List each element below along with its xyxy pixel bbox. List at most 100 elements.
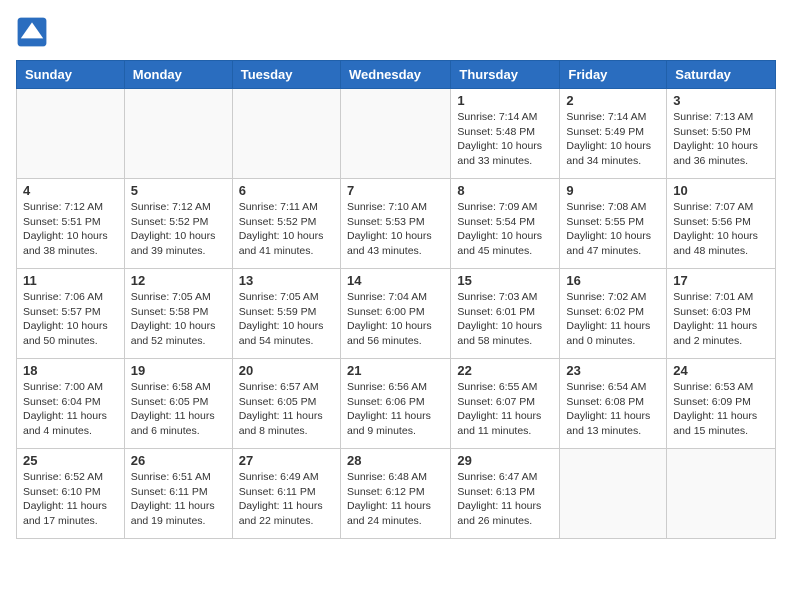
day-info: Sunrise: 7:14 AM Sunset: 5:49 PM Dayligh… <box>566 110 660 169</box>
day-number: 4 <box>23 183 118 198</box>
day-number: 28 <box>347 453 444 468</box>
day-number: 19 <box>131 363 226 378</box>
calendar-cell: 8Sunrise: 7:09 AM Sunset: 5:54 PM Daylig… <box>451 179 560 269</box>
day-number: 29 <box>457 453 553 468</box>
day-number: 22 <box>457 363 553 378</box>
calendar-cell: 24 Sunrise: 6:53 AM Sunset: 6:09 PM Dayli… <box>667 359 776 449</box>
day-info: Sunrise: 7:08 AM Sunset: 5:55 PM Dayligh… <box>566 200 660 259</box>
calendar-cell: 26 Sunrise: 6:51 AM Sunset: 6:11 PM Dayli… <box>124 449 232 539</box>
calendar-cell: 9 Sunrise: 7:08 AM Sunset: 5:55 PM Daylig… <box>560 179 667 269</box>
day-info: Sunrise: 6:58 AM Sunset: 6:05 PM Dayligh… <box>131 380 226 439</box>
day-info: Sunrise: 6:57 AM Sunset: 6:05 PM Dayligh… <box>239 380 334 439</box>
calendar-cell: 19 Sunrise: 6:58 AM Sunset: 6:05 PM Dayli… <box>124 359 232 449</box>
calendar-cell: 12 Sunrise: 7:05 AM Sunset: 5:58 PM Dayli… <box>124 269 232 359</box>
day-number: 6 <box>239 183 334 198</box>
day-info: Sunrise: 7:12 AM Sunset: 5:51 PM Dayligh… <box>23 200 118 259</box>
calendar-cell: 16 Sunrise: 7:02 AM Sunset: 6:02 PM Dayli… <box>560 269 667 359</box>
page-header <box>16 16 776 48</box>
day-number: 11 <box>23 273 118 288</box>
day-info: Sunrise: 6:52 AM Sunset: 6:10 PM Dayligh… <box>23 470 118 529</box>
calendar-cell: 11Sunrise: 7:06 AM Sunset: 5:57 PM Dayli… <box>17 269 125 359</box>
calendar-cell: 10 Sunrise: 7:07 AM Sunset: 5:56 PM Dayli… <box>667 179 776 269</box>
day-info: Sunrise: 7:07 AM Sunset: 5:56 PM Dayligh… <box>673 200 769 259</box>
calendar-cell: 20 Sunrise: 6:57 AM Sunset: 6:05 PM Dayli… <box>232 359 340 449</box>
calendar-cell: 1 Sunrise: 7:14 AM Sunset: 5:48 PM Daylig… <box>451 89 560 179</box>
calendar-cell: 4 Sunrise: 7:12 AM Sunset: 5:51 PM Daylig… <box>17 179 125 269</box>
day-info: Sunrise: 7:12 AM Sunset: 5:52 PM Dayligh… <box>131 200 226 259</box>
logo-icon <box>16 16 48 48</box>
calendar-cell <box>17 89 125 179</box>
day-info: Sunrise: 6:53 AM Sunset: 6:09 PM Dayligh… <box>673 380 769 439</box>
weekday-header-tuesday: Tuesday <box>232 61 340 89</box>
day-number: 9 <box>566 183 660 198</box>
calendar-cell: 27Sunrise: 6:49 AM Sunset: 6:11 PM Dayli… <box>232 449 340 539</box>
day-number: 26 <box>131 453 226 468</box>
calendar-cell: 14 Sunrise: 7:04 AM Sunset: 6:00 PM Dayli… <box>340 269 450 359</box>
calendar-week-row: 4 Sunrise: 7:12 AM Sunset: 5:51 PM Daylig… <box>17 179 776 269</box>
calendar-cell <box>232 89 340 179</box>
calendar-cell: 6 Sunrise: 7:11 AM Sunset: 5:52 PM Daylig… <box>232 179 340 269</box>
day-number: 15 <box>457 273 553 288</box>
day-number: 3 <box>673 93 769 108</box>
day-number: 25 <box>23 453 118 468</box>
day-number: 5 <box>131 183 226 198</box>
day-info: Sunrise: 7:00 AM Sunset: 6:04 PM Dayligh… <box>23 380 118 439</box>
day-info: Sunrise: 6:54 AM Sunset: 6:08 PM Dayligh… <box>566 380 660 439</box>
day-number: 7 <box>347 183 444 198</box>
calendar-cell <box>667 449 776 539</box>
day-number: 24 <box>673 363 769 378</box>
day-info: Sunrise: 7:14 AM Sunset: 5:48 PM Dayligh… <box>457 110 553 169</box>
calendar-cell: 25 Sunrise: 6:52 AM Sunset: 6:10 PM Dayli… <box>17 449 125 539</box>
calendar-cell: 21Sunrise: 6:56 AM Sunset: 6:06 PM Dayli… <box>340 359 450 449</box>
day-number: 10 <box>673 183 769 198</box>
weekday-header-sunday: Sunday <box>17 61 125 89</box>
day-info: Sunrise: 7:05 AM Sunset: 5:58 PM Dayligh… <box>131 290 226 349</box>
day-info: Sunrise: 6:48 AM Sunset: 6:12 PM Dayligh… <box>347 470 444 529</box>
day-number: 12 <box>131 273 226 288</box>
calendar-cell: 15 Sunrise: 7:03 AM Sunset: 6:01 PM Dayli… <box>451 269 560 359</box>
day-number: 13 <box>239 273 334 288</box>
weekday-header-row: SundayMondayTuesdayWednesdayThursdayFrid… <box>17 61 776 89</box>
calendar-cell <box>124 89 232 179</box>
calendar-cell: 13 Sunrise: 7:05 AM Sunset: 5:59 PM Dayli… <box>232 269 340 359</box>
day-info: Sunrise: 7:04 AM Sunset: 6:00 PM Dayligh… <box>347 290 444 349</box>
day-info: Sunrise: 6:49 AM Sunset: 6:11 PM Dayligh… <box>239 470 334 529</box>
day-info: Sunrise: 7:11 AM Sunset: 5:52 PM Dayligh… <box>239 200 334 259</box>
day-number: 18 <box>23 363 118 378</box>
weekday-header-friday: Friday <box>560 61 667 89</box>
calendar-cell: 28 Sunrise: 6:48 AM Sunset: 6:12 PM Dayli… <box>340 449 450 539</box>
calendar-cell: 3Sunrise: 7:13 AM Sunset: 5:50 PM Daylig… <box>667 89 776 179</box>
calendar-cell: 2 Sunrise: 7:14 AM Sunset: 5:49 PM Daylig… <box>560 89 667 179</box>
calendar-cell: 7 Sunrise: 7:10 AM Sunset: 5:53 PM Daylig… <box>340 179 450 269</box>
calendar-week-row: 18 Sunrise: 7:00 AM Sunset: 6:04 PM Dayli… <box>17 359 776 449</box>
calendar-week-row: 1 Sunrise: 7:14 AM Sunset: 5:48 PM Daylig… <box>17 89 776 179</box>
day-number: 8 <box>457 183 553 198</box>
day-info: Sunrise: 7:03 AM Sunset: 6:01 PM Dayligh… <box>457 290 553 349</box>
weekday-header-monday: Monday <box>124 61 232 89</box>
day-number: 14 <box>347 273 444 288</box>
calendar-cell: 29Sunrise: 6:47 AM Sunset: 6:13 PM Dayli… <box>451 449 560 539</box>
calendar-cell: 5 Sunrise: 7:12 AM Sunset: 5:52 PM Daylig… <box>124 179 232 269</box>
day-info: Sunrise: 7:05 AM Sunset: 5:59 PM Dayligh… <box>239 290 334 349</box>
weekday-header-thursday: Thursday <box>451 61 560 89</box>
calendar-cell <box>560 449 667 539</box>
weekday-header-wednesday: Wednesday <box>340 61 450 89</box>
calendar-week-row: 25 Sunrise: 6:52 AM Sunset: 6:10 PM Dayli… <box>17 449 776 539</box>
day-info: Sunrise: 6:55 AM Sunset: 6:07 PM Dayligh… <box>457 380 553 439</box>
day-info: Sunrise: 7:10 AM Sunset: 5:53 PM Dayligh… <box>347 200 444 259</box>
weekday-header-saturday: Saturday <box>667 61 776 89</box>
day-number: 2 <box>566 93 660 108</box>
day-number: 23 <box>566 363 660 378</box>
calendar-cell: 18 Sunrise: 7:00 AM Sunset: 6:04 PM Dayli… <box>17 359 125 449</box>
calendar-cell <box>340 89 450 179</box>
day-number: 1 <box>457 93 553 108</box>
day-info: Sunrise: 6:56 AM Sunset: 6:06 PM Dayligh… <box>347 380 444 439</box>
day-info: Sunrise: 7:02 AM Sunset: 6:02 PM Dayligh… <box>566 290 660 349</box>
day-number: 20 <box>239 363 334 378</box>
calendar-table: SundayMondayTuesdayWednesdayThursdayFrid… <box>16 60 776 539</box>
day-info: Sunrise: 6:51 AM Sunset: 6:11 PM Dayligh… <box>131 470 226 529</box>
day-number: 17 <box>673 273 769 288</box>
day-info: Sunrise: 7:01 AM Sunset: 6:03 PM Dayligh… <box>673 290 769 349</box>
day-number: 16 <box>566 273 660 288</box>
calendar-cell: 23 Sunrise: 6:54 AM Sunset: 6:08 PM Dayli… <box>560 359 667 449</box>
